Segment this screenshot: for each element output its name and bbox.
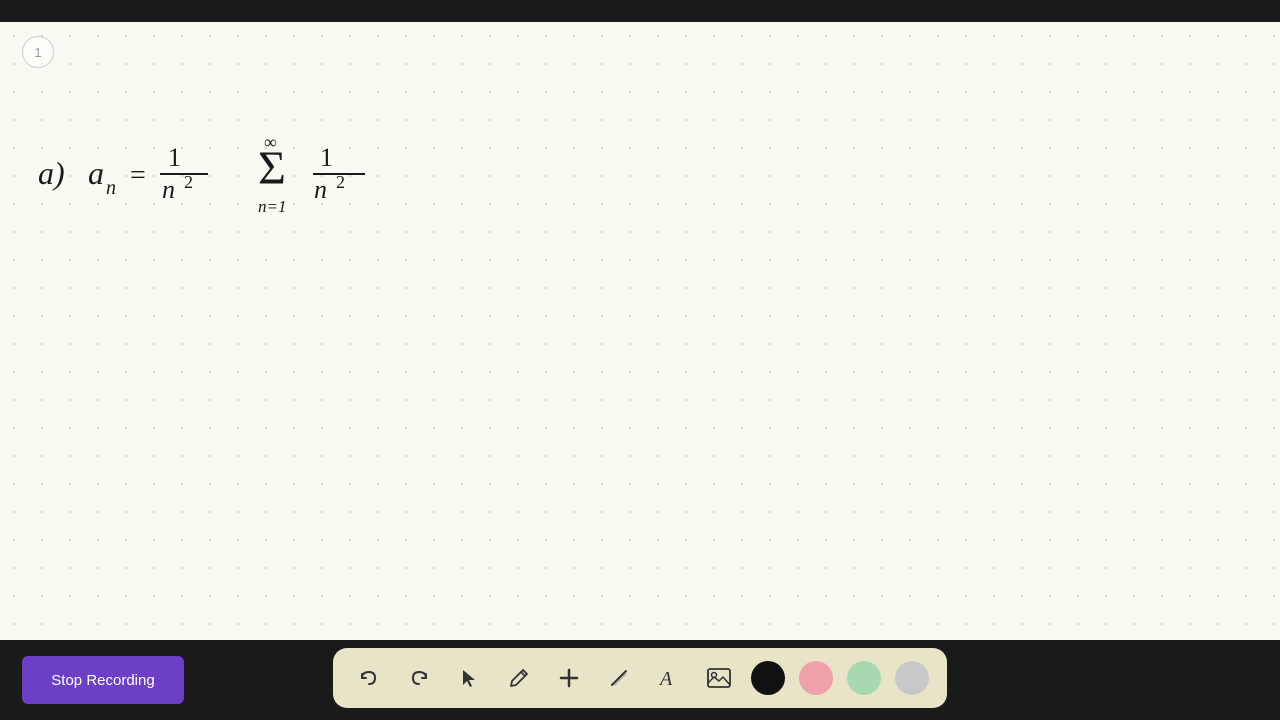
stop-recording-button[interactable]: Stop Recording bbox=[22, 656, 184, 704]
color-gray-button[interactable] bbox=[895, 661, 929, 695]
redo-icon bbox=[408, 667, 430, 689]
screen: 1 a) a n = 1 n 2 Σ bbox=[0, 0, 1280, 720]
color-pink-button[interactable] bbox=[799, 661, 833, 695]
svg-text:1: 1 bbox=[168, 143, 181, 172]
add-button[interactable] bbox=[551, 660, 587, 696]
svg-text:2: 2 bbox=[336, 172, 345, 192]
svg-text:A: A bbox=[658, 668, 673, 689]
svg-text:∞: ∞ bbox=[264, 132, 277, 152]
undo-button[interactable] bbox=[351, 660, 387, 696]
svg-text:n: n bbox=[314, 175, 327, 204]
text-icon: A bbox=[658, 667, 680, 689]
math-svg: a) a n = 1 n 2 Σ ∞ n=1 bbox=[30, 122, 450, 252]
page-number: 1 bbox=[22, 36, 54, 68]
top-bar bbox=[0, 0, 1280, 22]
color-green-button[interactable] bbox=[847, 661, 881, 695]
redo-button[interactable] bbox=[401, 660, 437, 696]
toolbar: A bbox=[333, 648, 947, 708]
svg-text:1: 1 bbox=[320, 143, 333, 172]
undo-icon bbox=[358, 667, 380, 689]
pen-button[interactable] bbox=[501, 660, 537, 696]
color-black-button[interactable] bbox=[751, 661, 785, 695]
bottom-bar: Stop Recording bbox=[0, 640, 1280, 720]
eraser-button[interactable] bbox=[601, 660, 637, 696]
add-icon bbox=[558, 667, 580, 689]
text-button[interactable]: A bbox=[651, 660, 687, 696]
math-content: a) a n = 1 n 2 Σ ∞ n=1 bbox=[30, 122, 450, 257]
image-button[interactable] bbox=[701, 660, 737, 696]
select-icon bbox=[458, 667, 480, 689]
svg-text:=: = bbox=[130, 160, 146, 191]
eraser-icon bbox=[608, 667, 630, 689]
svg-text:n=1: n=1 bbox=[258, 197, 286, 216]
pen-icon bbox=[508, 667, 530, 689]
select-button[interactable] bbox=[451, 660, 487, 696]
svg-text:a: a bbox=[88, 155, 104, 191]
image-icon bbox=[706, 667, 732, 689]
svg-text:n: n bbox=[162, 175, 175, 204]
canvas-area[interactable]: 1 a) a n = 1 n 2 Σ bbox=[0, 22, 1280, 640]
svg-text:n: n bbox=[106, 177, 116, 199]
svg-text:a): a) bbox=[38, 155, 65, 191]
svg-text:2: 2 bbox=[184, 172, 193, 192]
